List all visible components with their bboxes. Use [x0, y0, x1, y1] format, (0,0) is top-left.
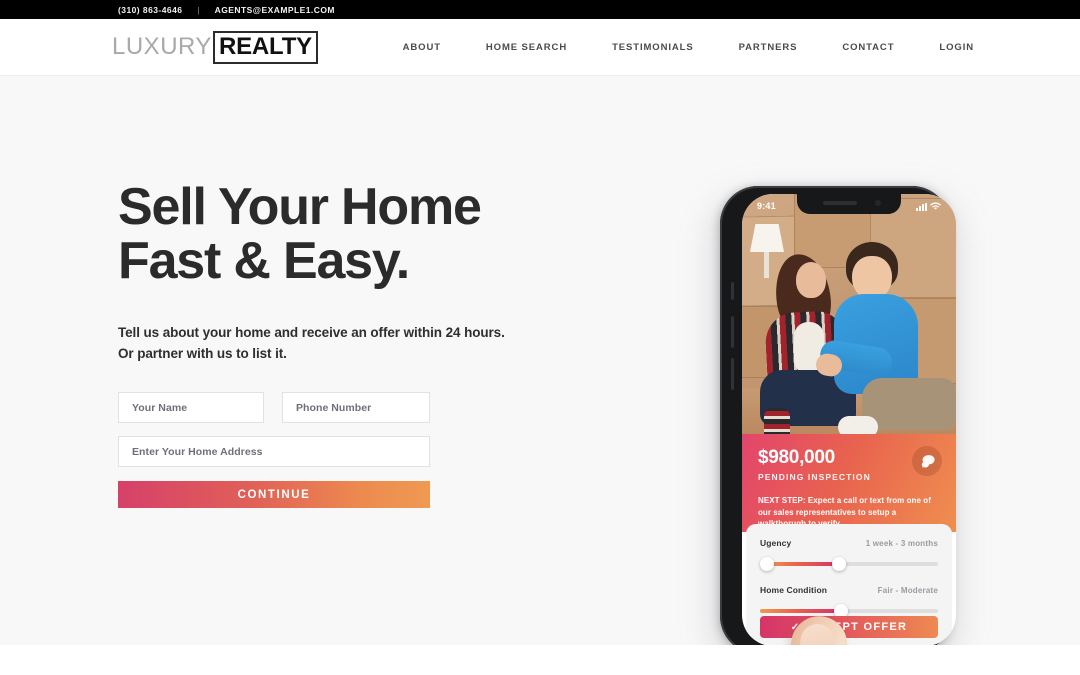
- status-badge: PENDING INSPECTION: [758, 472, 871, 482]
- home-condition-slider-fill: [760, 609, 838, 613]
- front-camera: [875, 200, 881, 206]
- urgency-slider[interactable]: [760, 557, 938, 571]
- page-bottom-edge: [0, 645, 1080, 675]
- continue-button[interactable]: CONTINUE: [118, 481, 430, 508]
- urgency-slider-handle-max[interactable]: [832, 557, 846, 571]
- headline-line-2: Fast & Easy.: [118, 232, 410, 290]
- headline-line-1: Sell Your Home: [118, 178, 482, 236]
- lead-capture-form: Your Name Phone Number Enter Your Home A…: [118, 392, 430, 508]
- hero-subtitle: Tell us about your home and receive an o…: [118, 325, 505, 361]
- address-field-placeholder: Enter Your Home Address: [132, 445, 263, 458]
- logo-text-realty: REALTY: [212, 30, 318, 64]
- nav-item-partners[interactable]: PARTNERS: [739, 42, 798, 53]
- phone-volume-down-button: [731, 358, 734, 390]
- lamp: [750, 224, 784, 252]
- site-header: LUXURY REALTY ABOUT HOME SEARCH TESTIMON…: [0, 19, 1080, 76]
- urgency-row: Ugency 1 week - 3 months: [760, 538, 938, 548]
- home-condition-value: Fair - Moderate: [877, 585, 938, 595]
- form-row-top: Your Name Phone Number: [118, 392, 430, 423]
- chat-bubble-button[interactable]: [912, 446, 942, 476]
- nav-item-contact[interactable]: CONTACT: [842, 42, 894, 53]
- phone-body: 9:41 $980,000 PENDING INSPECTION NEXT ST…: [720, 186, 956, 654]
- phone-volume-up-button: [731, 316, 734, 348]
- phone-mockup: 9:41 $980,000 PENDING INSPECTION NEXT ST…: [706, 186, 964, 666]
- phone-number-link[interactable]: (310) 863-4646: [118, 5, 182, 15]
- top-contact-bar: (310) 863-4646 | AGENTS@EXAMPLE1.COM: [0, 0, 1080, 19]
- accept-offer-button[interactable]: ✓ ACCEPT OFFER: [760, 616, 938, 638]
- top-contact-bar-inner: (310) 863-4646 | AGENTS@EXAMPLE1.COM: [118, 5, 335, 15]
- phone-field[interactable]: Phone Number: [282, 392, 430, 423]
- nav-item-testimonials[interactable]: TESTIMONIALS: [612, 42, 694, 53]
- urgency-slider-handle-min[interactable]: [760, 557, 774, 571]
- name-field[interactable]: Your Name: [118, 392, 264, 423]
- home-condition-label: Home Condition: [760, 585, 828, 595]
- hero-section: Sell Your Home Fast & Easy. Tell us abou…: [0, 76, 1080, 675]
- main-navigation: ABOUT HOME SEARCH TESTIMONIALS PARTNERS …: [403, 42, 974, 53]
- offer-card: $980,000 PENDING INSPECTION NEXT STEP: E…: [742, 434, 956, 532]
- site-logo[interactable]: LUXURY REALTY: [112, 30, 318, 64]
- urgency-label: Ugency: [760, 538, 792, 548]
- landing-page: (310) 863-4646 | AGENTS@EXAMPLE1.COM LUX…: [0, 0, 1080, 675]
- phone-notch: [797, 194, 901, 214]
- home-condition-row: Home Condition Fair - Moderate: [760, 585, 938, 595]
- email-link[interactable]: AGENTS@EXAMPLE1.COM: [215, 5, 335, 15]
- nav-item-login[interactable]: LOGIN: [939, 42, 974, 53]
- nav-item-home-search[interactable]: HOME SEARCH: [486, 42, 567, 53]
- continue-button-label: CONTINUE: [237, 488, 311, 501]
- woman-face: [796, 262, 826, 298]
- urgency-value: 1 week - 3 months: [865, 538, 938, 548]
- name-field-placeholder: Your Name: [132, 401, 188, 414]
- offer-controls-card: Ugency 1 week - 3 months Home Condition …: [746, 524, 952, 646]
- urgency-slider-fill: [764, 562, 838, 566]
- nav-item-about[interactable]: ABOUT: [403, 42, 441, 53]
- hero-content: Sell Your Home Fast & Easy. Tell us abou…: [118, 180, 588, 508]
- logo-text-luxury: LUXURY: [112, 33, 212, 60]
- earpiece-speaker: [823, 201, 857, 205]
- address-field[interactable]: Enter Your Home Address: [118, 436, 430, 467]
- hero-photo-couple-moving-boxes: [742, 194, 956, 442]
- page-title: Sell Your Home Fast & Easy.: [118, 180, 588, 288]
- lamp-base: [764, 252, 769, 278]
- chat-bubble-icon: [921, 454, 935, 468]
- phone-field-placeholder: Phone Number: [296, 401, 372, 414]
- topbar-divider: |: [197, 4, 200, 15]
- phone-screen: 9:41 $980,000 PENDING INSPECTION NEXT ST…: [742, 194, 956, 646]
- phone-mute-switch: [731, 282, 734, 300]
